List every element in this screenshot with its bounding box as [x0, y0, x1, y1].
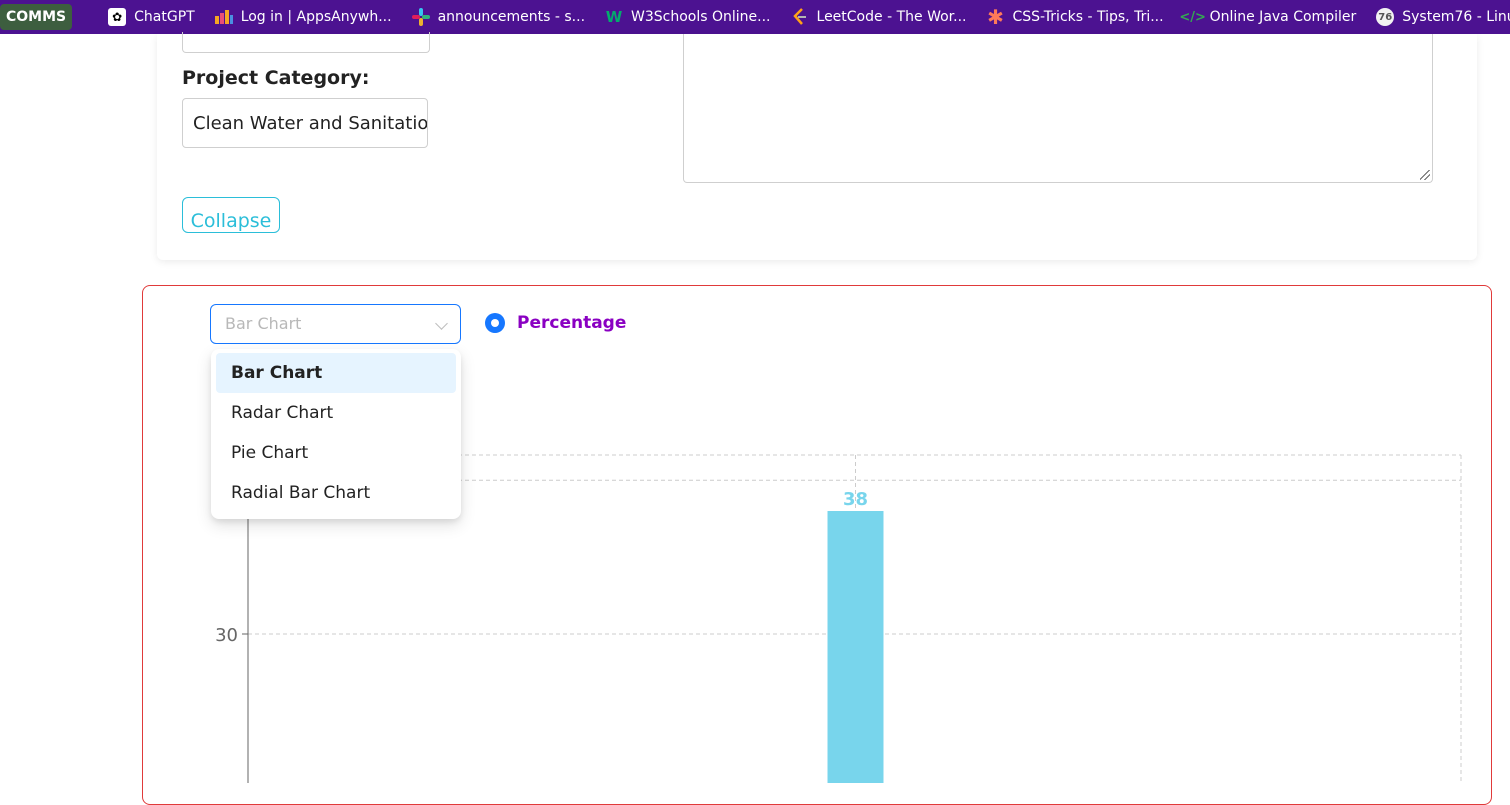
chart-type-select-value: Bar Chart [225, 314, 302, 333]
chevron-down-icon [435, 317, 448, 330]
bar-value-label: 38 [843, 489, 868, 510]
option-pie-chart[interactable]: Pie Chart [216, 433, 456, 473]
y-tick-label: 30 [215, 625, 238, 646]
percentage-radio[interactable]: Percentage [485, 313, 626, 333]
chart-type-dropdown: Bar Chart Radar Chart Pie Chart Radial B… [211, 349, 461, 519]
option-radar-chart[interactable]: Radar Chart [216, 393, 456, 433]
percentage-label: Percentage [517, 313, 627, 333]
bar [827, 511, 884, 783]
chart-type-select[interactable]: Bar Chart [210, 304, 461, 344]
radio-checked-icon[interactable] [485, 313, 505, 333]
option-bar-chart[interactable]: Bar Chart [216, 353, 456, 393]
option-radial-bar-chart[interactable]: Radial Bar Chart [216, 473, 456, 513]
